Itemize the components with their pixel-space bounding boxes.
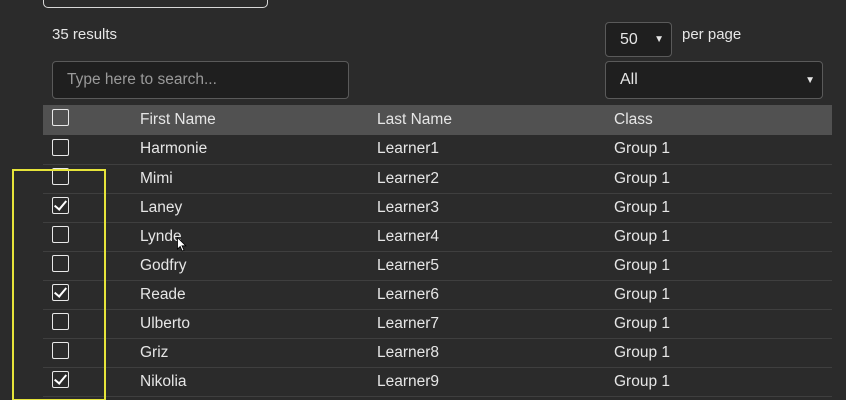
mouse-cursor-icon xyxy=(177,237,187,252)
class-cell: Group 1 xyxy=(614,343,671,361)
row-checkbox[interactable] xyxy=(52,370,69,388)
caret-down-icon: ▼ xyxy=(654,34,664,45)
select-all-cell xyxy=(43,105,140,135)
table-row[interactable]: Nikolia Learner9 Group 1 xyxy=(43,367,832,396)
table-row[interactable]: Ulberto Learner7 Group 1 xyxy=(43,309,832,338)
per-page-value: 50 xyxy=(620,30,638,48)
first-name-cell: Mimi xyxy=(140,169,173,187)
class-cell: Group 1 xyxy=(614,256,671,274)
row-checkbox-cell xyxy=(43,135,140,164)
last-name-cell: Learner3 xyxy=(377,198,440,216)
table-row[interactable]: Griz Learner8 Group 1 xyxy=(43,338,832,367)
first-name-cell: Harmonie xyxy=(140,140,208,158)
class-cell: Group 1 xyxy=(614,372,671,390)
table-row[interactable]: Reade Learner6 Group 1 xyxy=(43,280,832,309)
last-name-cell: Learner6 xyxy=(377,285,440,303)
results-count: 35 results xyxy=(52,26,118,43)
select-all-checkbox[interactable] xyxy=(52,109,69,127)
table-row[interactable]: Lynde Learner4 Group 1 xyxy=(43,222,832,251)
learner-list-page: 35 results 50 ▼ per page All ▼ First Nam… xyxy=(0,0,846,400)
header-last-name[interactable]: Last Name xyxy=(377,105,614,135)
last-name-cell: Learner7 xyxy=(377,314,440,332)
row-checkbox-cell xyxy=(43,280,140,309)
row-checkbox-cell xyxy=(43,251,140,280)
row-checkbox[interactable] xyxy=(52,283,69,301)
table-row[interactable]: Mimi Learner2 Group 1 xyxy=(43,164,832,193)
class-cell: Group 1 xyxy=(614,140,671,158)
header-first-name[interactable]: First Name xyxy=(140,105,377,135)
last-name-cell: Learner4 xyxy=(377,227,440,245)
row-checkbox-cell xyxy=(43,367,140,396)
last-name-cell: Learner8 xyxy=(377,343,440,361)
row-checkbox[interactable] xyxy=(52,254,69,272)
last-name-cell: Learner9 xyxy=(377,372,440,390)
row-checkbox[interactable] xyxy=(52,225,69,243)
class-filter-value: All xyxy=(620,71,638,88)
table-row[interactable]: Godfry Learner5 Group 1 xyxy=(43,251,832,280)
class-cell: Group 1 xyxy=(614,198,671,216)
row-checkbox[interactable] xyxy=(52,341,69,359)
first-name-cell: Ulberto xyxy=(140,314,190,332)
row-checkbox[interactable] xyxy=(52,138,69,156)
learners-table: First Name Last Name Class Harmonie Learn… xyxy=(43,105,832,397)
class-cell: Group 1 xyxy=(614,169,671,187)
table-row[interactable]: Laney Learner3 Group 1 xyxy=(43,193,832,222)
first-name-cell: Nikolia xyxy=(140,372,187,390)
table-header-row: First Name Last Name Class xyxy=(43,105,832,135)
class-cell: Group 1 xyxy=(614,227,671,245)
per-page-select[interactable]: 50 ▼ xyxy=(605,22,672,57)
row-checkbox-cell xyxy=(43,222,140,251)
row-checkbox-cell xyxy=(43,309,140,338)
table-row[interactable]: Harmonie Learner1 Group 1 xyxy=(43,135,832,164)
caret-down-icon: ▼ xyxy=(805,75,815,86)
first-name-cell: Griz xyxy=(140,343,169,361)
class-cell: Group 1 xyxy=(614,285,671,303)
first-name-cell: Reade xyxy=(140,285,186,303)
row-checkbox[interactable] xyxy=(52,167,69,185)
per-page-label: per page xyxy=(682,26,742,43)
last-name-cell: Learner1 xyxy=(377,140,440,158)
row-checkbox-cell xyxy=(43,338,140,367)
last-name-cell: Learner2 xyxy=(377,169,440,187)
first-name-cell: Lynde xyxy=(140,227,182,245)
row-checkbox[interactable] xyxy=(52,196,69,214)
header-class[interactable]: Class xyxy=(614,105,832,135)
row-checkbox-cell xyxy=(43,193,140,222)
first-name-cell: Godfry xyxy=(140,256,187,274)
last-name-cell: Learner5 xyxy=(377,256,440,274)
row-checkbox[interactable] xyxy=(52,312,69,330)
class-filter-select[interactable]: All ▼ xyxy=(605,61,823,99)
row-checkbox-cell xyxy=(43,164,140,193)
search-input[interactable] xyxy=(52,61,349,99)
top-button[interactable] xyxy=(43,0,268,8)
class-cell: Group 1 xyxy=(614,314,671,332)
first-name-cell: Laney xyxy=(140,198,183,216)
